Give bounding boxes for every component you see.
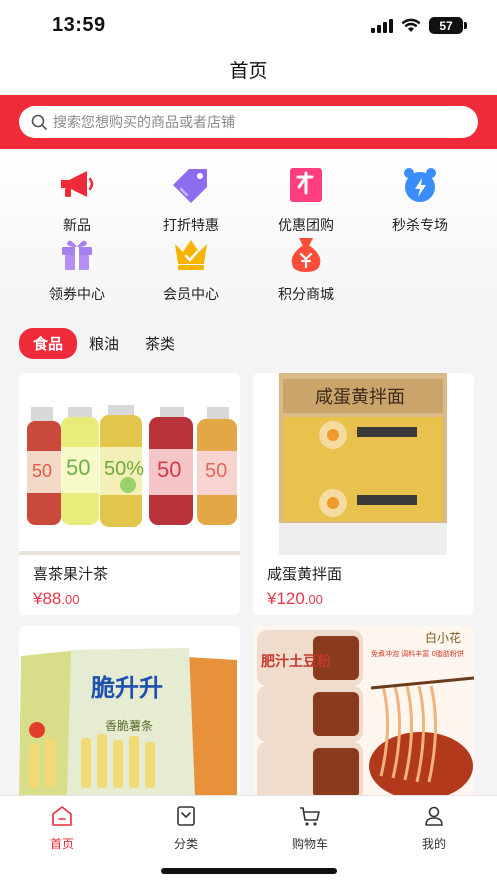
tab-profile[interactable]: 我的 <box>394 804 474 852</box>
brand-logo-text: 白小花 <box>425 630 461 645</box>
status-time: 13:59 <box>52 14 106 36</box>
crown-icon <box>175 240 207 270</box>
potato-noodle-slogan: 免煮冲泡 调料丰富 0脂肪粉饼 <box>371 649 464 658</box>
snack-brand-text: 脆升升 <box>90 674 163 702</box>
search-placeholder: 搜索您想购买的商品或者店铺 <box>53 114 235 130</box>
category-tabs: 食品 粮油 茶类 <box>19 328 201 359</box>
product-price: ¥88.00 <box>33 589 80 608</box>
bottle-label-5: 50 <box>205 460 227 482</box>
page-title: 首页 <box>0 52 497 94</box>
tab-tea[interactable]: 茶类 <box>145 333 175 354</box>
category-discount[interactable]: 打折特惠 <box>141 165 241 235</box>
user-icon <box>425 806 443 826</box>
gift-box-icon <box>62 240 92 270</box>
battery-icon: 57 <box>429 17 467 34</box>
bottle-label-2: 50 <box>66 455 90 480</box>
potato-noodle-title: 肥汁土豆粉 <box>261 653 331 670</box>
product-image-juice-tea: 50 50 50% 50 50 <box>19 373 240 555</box>
search-bar: 搜索您想购买的商品或者店铺 <box>0 95 497 149</box>
product-name: 喜茶果汁茶 <box>33 566 109 583</box>
category-flash-sale[interactable]: 秒杀专场 <box>370 165 470 235</box>
noodle-box-title: 咸蛋黄拌面 <box>315 387 405 408</box>
snack-flavor-text: 香脆薯条 <box>105 718 153 733</box>
product-image-egg-yolk-noodles: 咸蛋黄拌面 <box>253 373 474 555</box>
money-bag-icon <box>291 238 321 272</box>
tab-home[interactable]: 首页 <box>22 804 102 852</box>
status-icons: 57 <box>371 17 467 34</box>
product-card[interactable]: 咸蛋黄拌面 咸蛋黄拌面 ¥120.00 <box>253 373 474 615</box>
price-tag-icon <box>173 169 207 203</box>
bottle-label-3: 50% <box>104 458 144 480</box>
home-indicator <box>161 868 337 874</box>
category-coupon-center[interactable]: 领券中心 <box>27 234 127 304</box>
category-group-buy[interactable]: 优惠团购 <box>256 165 356 235</box>
category-member-center[interactable]: 会员中心 <box>141 234 241 304</box>
category-points-mall[interactable]: 积分商城 <box>256 234 356 304</box>
category-grid: 新品 打折特惠 优惠团购 秒杀专场 领券中心 会员中心 积分商城 <box>0 149 497 315</box>
status-bar: 13:59 57 <box>0 0 497 52</box>
bookmark-icon <box>177 806 195 826</box>
tab-category[interactable]: 分类 <box>146 804 226 852</box>
tab-grain-oil[interactable]: 粮油 <box>89 333 119 354</box>
product-card[interactable]: 50 50 50% 50 50 喜茶果汁茶 ¥88.00 <box>19 373 240 615</box>
group-buy-icon <box>290 168 322 202</box>
product-image-potato-noodles: 肥汁土豆粉 白小花 免煮冲泡 调料丰富 0脂肪粉饼 <box>253 626 474 806</box>
alarm-clock-icon <box>404 168 436 202</box>
product-price: ¥120.00 <box>267 589 323 608</box>
megaphone-icon <box>61 171 94 197</box>
tab-food[interactable]: 食品 <box>19 328 78 359</box>
product-name: 咸蛋黄拌面 <box>267 566 343 583</box>
search-input[interactable]: 搜索您想购买的商品或者店铺 <box>19 106 478 138</box>
cellular-signal-icon <box>371 18 393 33</box>
product-card[interactable]: 肥汁土豆粉 白小花 免煮冲泡 调料丰富 0脂肪粉饼 <box>253 626 474 806</box>
wifi-icon <box>401 18 421 32</box>
tab-cart[interactable]: 购物车 <box>270 804 350 852</box>
search-icon <box>31 114 47 130</box>
product-card[interactable]: 脆升升 香脆薯条 <box>19 626 240 806</box>
bottle-label-1: 50 <box>32 461 52 481</box>
bottle-label-4: 50 <box>157 457 181 482</box>
category-new[interactable]: 新品 <box>27 165 127 235</box>
shopping-cart-icon <box>300 807 320 826</box>
home-icon <box>52 806 72 826</box>
product-image-potato-fries: 脆升升 香脆薯条 <box>19 626 240 806</box>
